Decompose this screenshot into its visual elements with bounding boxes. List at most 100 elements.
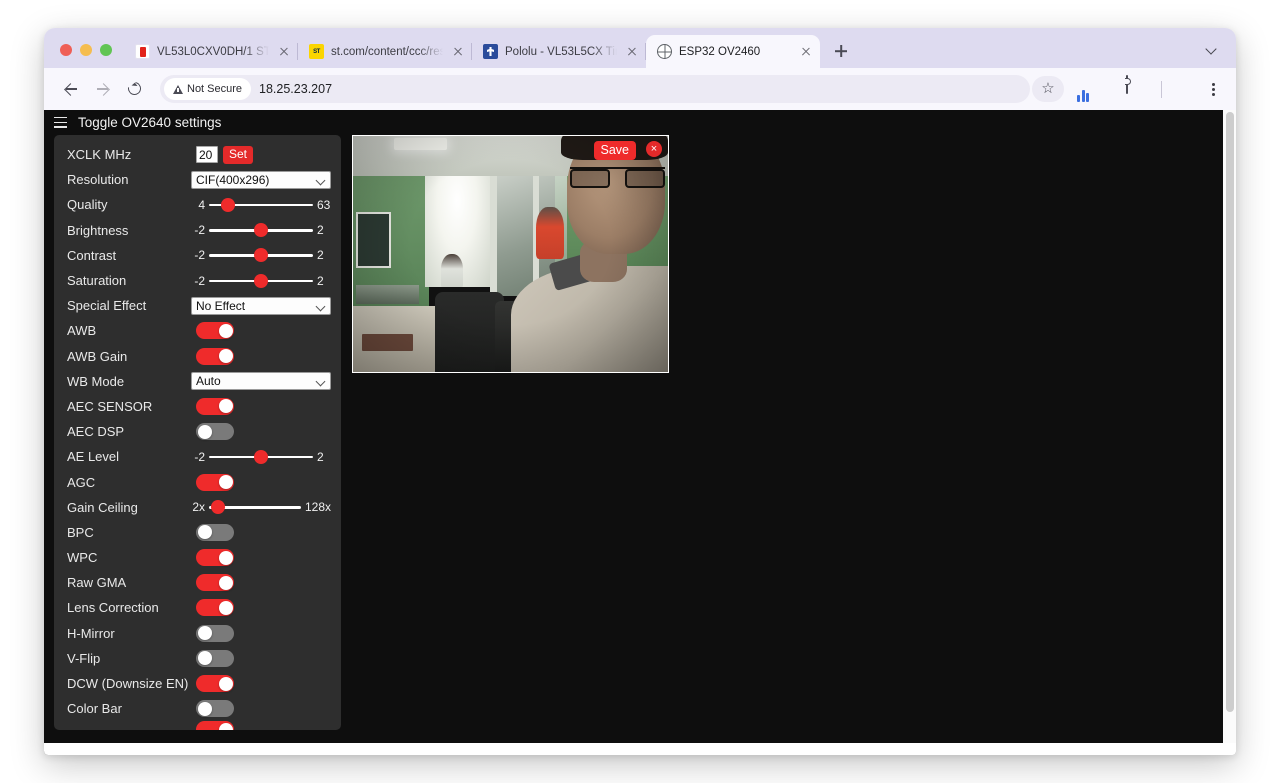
awb-toggle[interactable] [196, 322, 234, 340]
address-bar[interactable]: Not Secure 18.25.23.207 [160, 75, 1030, 103]
chevron-down-icon [1205, 43, 1217, 55]
reload-icon[interactable] [120, 74, 150, 104]
wb-mode-select[interactable]: Auto [191, 372, 331, 391]
slider-thumb[interactable] [220, 197, 235, 212]
page-title: Toggle OV2640 settings [78, 115, 222, 130]
tab-close-icon[interactable] [276, 44, 292, 60]
st-logo-icon: ST [309, 44, 324, 59]
slider-thumb[interactable] [254, 248, 268, 263]
setting-label: H-Mirror [67, 625, 115, 641]
tab-search-button[interactable] [1200, 37, 1224, 61]
setting-row-contrast: Contrast -2 2 [54, 243, 341, 268]
url-text: 18.25.23.207 [259, 82, 333, 96]
aec-dsp-toggle[interactable] [196, 423, 234, 441]
slider-thumb[interactable] [211, 500, 226, 515]
slider-thumb[interactable] [254, 273, 268, 288]
setting-label: AWB [67, 323, 97, 339]
pololu-logo-icon [483, 44, 498, 59]
setting-row-wb-mode: WB Mode Auto [54, 369, 341, 394]
browser-toolbar: Not Secure 18.25.23.207 ☆ [44, 68, 1236, 110]
diamond-extension-icon[interactable] [1098, 76, 1124, 102]
scrollbar-thumb[interactable] [1225, 112, 1234, 712]
agc-toggle[interactable] [196, 473, 234, 491]
tab-close-icon[interactable] [798, 44, 814, 60]
setting-label: DCW (Downsize EN) [67, 676, 189, 692]
new-tab-button[interactable] [827, 37, 855, 65]
slider-track[interactable] [209, 500, 301, 515]
ae-level-slider[interactable]: -2 2 [191, 449, 331, 464]
security-status-badge[interactable]: Not Secure [164, 78, 252, 100]
setting-label: AEC DSP [67, 424, 125, 440]
tab-close-icon[interactable] [450, 44, 466, 60]
bars-icon [1070, 76, 1096, 102]
tab-title: ESP32 OV2460 [679, 45, 761, 58]
color-bar-toggle[interactable] [196, 700, 234, 718]
setting-row-gain-ceiling: Gain Ceiling 2x 128x [54, 495, 341, 520]
setting-row-lens-correction: Lens Correction [54, 595, 341, 620]
profile-button[interactable] [1171, 76, 1197, 102]
toolbar-divider [1161, 80, 1162, 98]
wpc-toggle[interactable] [196, 549, 234, 567]
page-scrollbar[interactable] [1223, 110, 1236, 755]
maximize-window-button[interactable] [100, 44, 112, 56]
slider-max-label: 2 [317, 248, 324, 263]
setting-label: Gain Ceiling [67, 499, 138, 515]
xclk-mhz-input[interactable] [196, 146, 218, 164]
tab-title: Pololu - VL53L5CX Time-of-F [505, 45, 617, 58]
dcw-toggle[interactable] [196, 675, 234, 693]
bpc-toggle[interactable] [196, 523, 234, 541]
slider-thumb[interactable] [254, 223, 268, 238]
slider-thumb[interactable] [254, 449, 268, 464]
quality-slider[interactable]: 4 63 [191, 197, 331, 212]
camera-stream-image [353, 136, 668, 372]
saturation-slider[interactable]: -2 2 [191, 273, 331, 288]
back-button[interactable] [56, 74, 86, 104]
browser-tab-3[interactable]: Pololu - VL53L5CX Time-of-F [472, 35, 646, 68]
save-button[interactable]: Save [593, 141, 636, 161]
v-flip-toggle[interactable] [196, 649, 234, 667]
setting-row-v-flip: V-Flip [54, 646, 341, 671]
h-mirror-toggle[interactable] [196, 624, 234, 642]
analytics-extension-icon[interactable] [1070, 76, 1096, 102]
setting-row-brightness: Brightness -2 2 [54, 218, 341, 243]
close-stream-button[interactable]: × [646, 141, 662, 157]
minimize-window-button[interactable] [80, 44, 92, 56]
brightness-slider[interactable]: -2 2 [191, 223, 331, 238]
resolution-select[interactable]: CIF(400x296) [191, 170, 331, 189]
bookmark-star-button[interactable]: ☆ [1032, 76, 1064, 102]
browser-tab-2[interactable]: ST st.com/content/ccc/resource [298, 35, 472, 68]
slider-track[interactable] [209, 197, 313, 212]
aec-sensor-toggle[interactable] [196, 397, 234, 415]
lens-correction-toggle[interactable] [196, 599, 234, 617]
clipped-toggle[interactable] [196, 721, 234, 731]
contrast-slider[interactable]: -2 2 [191, 248, 331, 263]
awb-gain-toggle[interactable] [196, 347, 234, 365]
slider-min-label: 4 [198, 197, 205, 212]
browser-tab-1[interactable]: VL53L0CXV0DH/1 STMicroel [124, 35, 298, 68]
window-traffic-lights [54, 44, 124, 68]
tab-close-icon[interactable] [624, 44, 640, 60]
setting-label: Lens Correction [67, 600, 159, 616]
slider-min-label: -2 [194, 248, 205, 263]
set-button[interactable]: Set [223, 145, 254, 164]
setting-label: V-Flip [67, 650, 101, 666]
browser-menu-button[interactable] [1202, 76, 1224, 102]
setting-row-agc: AGC [54, 469, 341, 494]
slider-track[interactable] [209, 223, 313, 238]
slider-track[interactable] [209, 449, 313, 464]
setting-row-awb: AWB [54, 318, 341, 343]
special-effect-select[interactable]: No Effect [191, 296, 331, 315]
forward-button[interactable] [88, 74, 118, 104]
extensions-button[interactable] [1126, 75, 1152, 102]
setting-label: Brightness [67, 222, 129, 238]
hamburger-menu-icon[interactable] [54, 117, 67, 128]
setting-label: Raw GMA [67, 575, 127, 591]
setting-label: WB Mode [67, 373, 125, 389]
close-window-button[interactable] [60, 44, 72, 56]
slider-track[interactable] [209, 248, 313, 263]
slider-track[interactable] [209, 273, 313, 288]
setting-label: AGC [67, 474, 96, 490]
raw-gma-toggle[interactable] [196, 574, 234, 592]
browser-tab-4-active[interactable]: ESP32 OV2460 [646, 35, 820, 68]
gain-ceiling-slider[interactable]: 2x 128x [191, 500, 331, 515]
